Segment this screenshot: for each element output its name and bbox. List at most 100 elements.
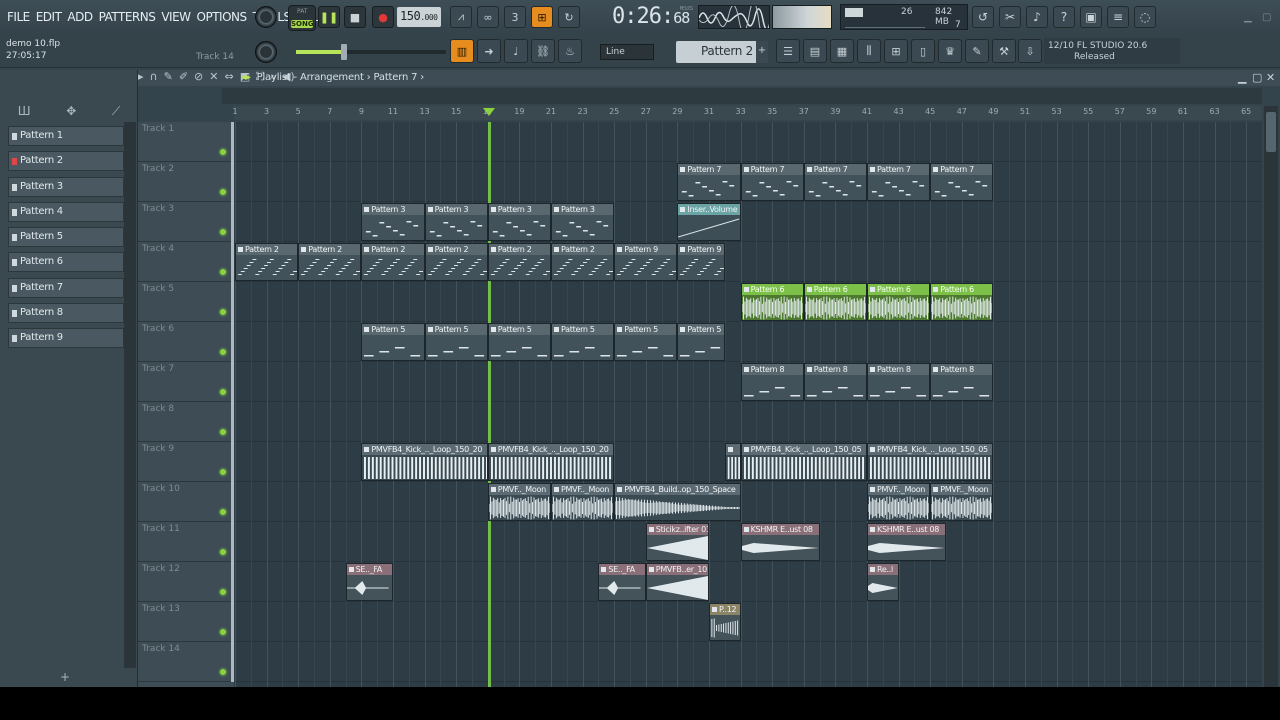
playlist-clip[interactable]: Pattern 3 [424, 203, 488, 241]
playlist-minimize-icon[interactable]: ▁ [1238, 71, 1246, 84]
help-icon[interactable]: ? [1053, 6, 1075, 28]
slide-icon[interactable]: ♩ [504, 39, 528, 63]
maximize-icon[interactable]: ▢ [1262, 12, 1271, 23]
download-icon[interactable]: ⇩ [1018, 39, 1042, 63]
playlist-clip[interactable]: Pattern 8 [867, 363, 931, 401]
minimize-icon[interactable]: ▁ [1244, 12, 1252, 23]
playlist-close-icon[interactable]: ✕ [1266, 71, 1275, 84]
tempo-display[interactable]: 150.000 [397, 7, 441, 27]
playlist-clip[interactable]: PMVF.._Moon [867, 483, 931, 521]
playlist-clip[interactable]: PMVFB4_Kick_.._Loop_150_05 [740, 443, 867, 481]
playlist-clip[interactable]: PMVFB4_Kick_.._Loop_150_20 [487, 443, 615, 481]
master-volume-knob[interactable] [255, 41, 277, 63]
cut-icon[interactable]: ✂ [999, 6, 1021, 28]
playlist-clip[interactable]: Pattern 3 [487, 203, 551, 241]
playlist-clip[interactable]: Pattern 2 [487, 243, 551, 281]
playlist-clip[interactable]: Pattern 7 [740, 163, 804, 201]
playlist-clip[interactable]: Pattern 7 [867, 163, 931, 201]
menu-view[interactable]: VIEW [158, 8, 193, 26]
playlist-clip[interactable]: Pattern 5 [551, 323, 615, 361]
menu-file[interactable]: FILE [4, 8, 33, 26]
playlist-clip[interactable]: Pattern 6 [867, 283, 931, 321]
playlist-clip[interactable]: PMVFB4_Build..op_150_Space [614, 483, 741, 521]
playlist-clip[interactable]: SE.._FA [598, 563, 646, 601]
step-edit-icon[interactable]: ➜ [477, 39, 501, 63]
playlist-clip[interactable]: KSHMR E..ust 08 [740, 523, 820, 561]
track-header[interactable]: Track 9 [138, 442, 234, 482]
volume-thumb[interactable] [341, 44, 347, 60]
wait-input-icon[interactable]: ∞ [477, 6, 499, 28]
playlist-clip[interactable]: P..12 [709, 603, 741, 641]
track-header[interactable]: Track 13 [138, 602, 234, 642]
menu-edit[interactable]: EDIT [33, 8, 65, 26]
magnet-icon[interactable]: ∩ [150, 70, 158, 84]
track-mute-led[interactable] [220, 549, 226, 555]
vertical-scrollbar[interactable] [1264, 106, 1278, 687]
menu-add[interactable]: ADD [64, 8, 95, 26]
piano-roll-icon[interactable]: ▤ [803, 39, 827, 63]
playlist-clip[interactable]: Pattern 8 [803, 363, 867, 401]
playlist-overview[interactable] [222, 88, 1262, 104]
save-icon[interactable]: ▣ [1080, 6, 1102, 28]
track-mute-led[interactable] [220, 429, 226, 435]
track-header[interactable]: Track 6 [138, 322, 234, 362]
typing-keyboard-icon[interactable]: ▥ [450, 39, 474, 63]
playlist-clip[interactable]: Pattern 5 [361, 323, 425, 361]
play-pause-button[interactable]: ❚❚ [318, 6, 340, 28]
metronome-icon[interactable]: ⩘ [450, 6, 472, 28]
channel-rack-view-icon[interactable]: ⊞ [884, 39, 908, 63]
pattern-selector[interactable]: Pattern 2 [676, 41, 758, 63]
pattern-item[interactable]: Pattern 7 [8, 277, 124, 298]
playlist-clip[interactable] [724, 443, 741, 481]
track-mute-led[interactable] [220, 389, 226, 395]
pat-song-toggle[interactable]: PAT SONG [288, 5, 316, 31]
browser-icon[interactable]: ▯ [911, 39, 935, 63]
tools-icon[interactable]: ✎ [965, 39, 989, 63]
playlist-clip[interactable]: PMVF.._Moon [487, 483, 551, 521]
track-mute-led[interactable] [220, 349, 226, 355]
track-mute-led[interactable] [220, 189, 226, 195]
playlist-clip[interactable]: Pattern 2 [298, 243, 362, 281]
track-mute-led[interactable] [220, 509, 226, 515]
master-volume-slider[interactable] [296, 44, 446, 60]
menu-options[interactable]: OPTIONS [194, 8, 250, 26]
playlist-clip[interactable]: Pattern 8 [930, 363, 994, 401]
stop-button[interactable]: ■ [344, 6, 366, 28]
options-arrow-icon[interactable]: ▸ [138, 70, 144, 84]
track-header[interactable]: Track 7 [138, 362, 234, 402]
playlist-clip[interactable]: Pattern 8 [740, 363, 804, 401]
track-mute-led[interactable] [220, 149, 226, 155]
playlist-clip[interactable]: Re..l [867, 563, 899, 601]
pattern-item[interactable]: Pattern 9 [8, 328, 124, 349]
channel-rack-icon[interactable]: ▦ [830, 39, 854, 63]
playlist-clip[interactable]: Inser..Volume [677, 203, 741, 241]
undo-icon[interactable]: ↺ [972, 6, 994, 28]
track-header[interactable]: Track 14 [138, 642, 234, 682]
track-header[interactable]: Track 3 [138, 202, 234, 242]
track-mute-led[interactable] [220, 469, 226, 475]
pattern-item[interactable]: Pattern 5 [8, 227, 124, 248]
pattern-item[interactable]: Pattern 6 [8, 252, 124, 273]
track-header[interactable]: Track 10 [138, 482, 234, 522]
playlist-clip[interactable]: Pattern 7 [803, 163, 867, 201]
song-position-display[interactable]: 0:26:68 M:S:CS [612, 4, 693, 29]
playlist-clip[interactable]: Pattern 2 [551, 243, 615, 281]
audio-tab-icon[interactable]: ⟋ [112, 104, 120, 119]
patterns-tab-icon[interactable]: Ш [18, 104, 31, 118]
news-panel[interactable]: 12/10 FL STUDIO 20.6 Released [1044, 38, 1180, 64]
playlist-clip[interactable]: SE.._FA [345, 563, 393, 601]
playlist-clip[interactable]: Pattern 9 [677, 243, 725, 281]
mixer-view-icon[interactable]: ⫼ [857, 39, 881, 63]
playlist-clip[interactable]: Pattern 2 [235, 243, 299, 281]
scroll-thumb[interactable] [1266, 112, 1276, 152]
picker-scrollbar[interactable] [124, 122, 136, 668]
plugin-picker-icon[interactable]: ♛ [938, 39, 962, 63]
playlist-clip[interactable]: PMVFB4_Kick_.._Loop_150_20 [361, 443, 488, 481]
playlist-clip[interactable]: Pattern 5 [424, 323, 488, 361]
track-mute-led[interactable] [220, 309, 226, 315]
add-icon[interactable]: + [60, 670, 70, 684]
slip-tool-icon[interactable]: ⇔ [224, 70, 233, 84]
blend-recording-icon[interactable]: ⊞ [531, 6, 553, 28]
pattern-item[interactable]: Pattern 4 [8, 201, 124, 222]
track-header[interactable]: Track 8 [138, 402, 234, 442]
